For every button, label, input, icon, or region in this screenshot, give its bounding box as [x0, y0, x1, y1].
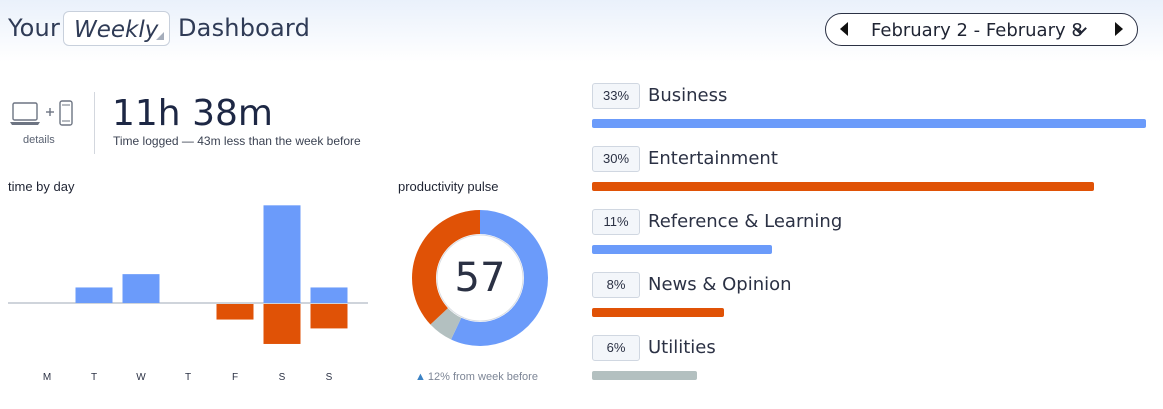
devices-icon: [10, 100, 73, 126]
divider: [94, 92, 95, 154]
day-tick-label: T: [91, 372, 97, 383]
category-bar: [592, 182, 1094, 191]
day-tick-label: F: [232, 372, 238, 383]
time-by-day-title: time by day: [8, 179, 75, 194]
period-select[interactable]: Weekly: [63, 11, 170, 46]
category-name[interactable]: Entertainment: [648, 148, 778, 169]
day-bar[interactable]: [263, 205, 301, 303]
day-tick-label: S: [279, 372, 286, 383]
category-row[interactable]: 33% Business: [592, 82, 1152, 142]
day-tick-label: M: [43, 372, 51, 383]
day-bar[interactable]: [122, 274, 160, 303]
category-row[interactable]: 30% Entertainment: [592, 145, 1152, 205]
day-bar[interactable]: [310, 304, 348, 329]
category-bar: [592, 245, 772, 254]
category-percent: 33%: [592, 83, 640, 109]
title-prefix: Your: [8, 14, 61, 42]
details-label[interactable]: details: [23, 134, 55, 146]
category-name[interactable]: Reference & Learning: [648, 211, 842, 232]
total-time: 11h 38m: [112, 93, 273, 134]
category-name[interactable]: News & Opinion: [648, 274, 792, 295]
category-bar: [592, 119, 1146, 128]
pulse-change-label: 12% from week before: [427, 371, 538, 383]
title-suffix: Dashboard: [178, 14, 311, 42]
pulse-score: 57: [455, 255, 506, 301]
category-row[interactable]: 6% Utilities: [592, 334, 1152, 394]
category-row[interactable]: 8% News & Opinion: [592, 271, 1152, 331]
day-bar[interactable]: [216, 304, 254, 320]
category-name[interactable]: Utilities: [648, 337, 716, 358]
day-tick-label: S: [326, 372, 333, 383]
pulse-change: ▲ 12% from week before: [415, 371, 538, 383]
arrow-up-icon: ▲: [415, 371, 426, 383]
productivity-pulse-donut: 57: [412, 210, 548, 346]
previous-week-icon[interactable]: [840, 22, 848, 36]
day-tick-label: T: [185, 372, 191, 383]
time-comparison: Time logged — 43m less than the week bef…: [113, 134, 361, 148]
category-bar: [592, 371, 697, 380]
day-bar[interactable]: [75, 287, 113, 303]
day-bar[interactable]: [263, 304, 301, 344]
date-range-selector[interactable]: February 2 - February 8: [825, 13, 1138, 46]
category-percent: 30%: [592, 146, 640, 172]
category-row[interactable]: 11% Reference & Learning: [592, 208, 1152, 268]
productivity-pulse-title: productivity pulse: [398, 179, 499, 194]
category-percent: 8%: [592, 272, 640, 298]
category-name[interactable]: Business: [648, 85, 727, 106]
next-week-icon[interactable]: [1115, 22, 1123, 36]
dropdown-corner-icon: [156, 32, 164, 40]
day-bar[interactable]: [310, 287, 348, 303]
category-percent: 11%: [592, 209, 640, 235]
time-by-day-chart: MTWTFSS: [8, 205, 368, 383]
category-percent: 6%: [592, 335, 640, 361]
day-tick-label: W: [136, 372, 146, 383]
category-bar: [592, 308, 724, 317]
period-select-value: Weekly: [74, 17, 159, 43]
devices-details-link[interactable]: details: [10, 100, 80, 150]
date-range-label[interactable]: February 2 - February 8: [871, 20, 1083, 41]
